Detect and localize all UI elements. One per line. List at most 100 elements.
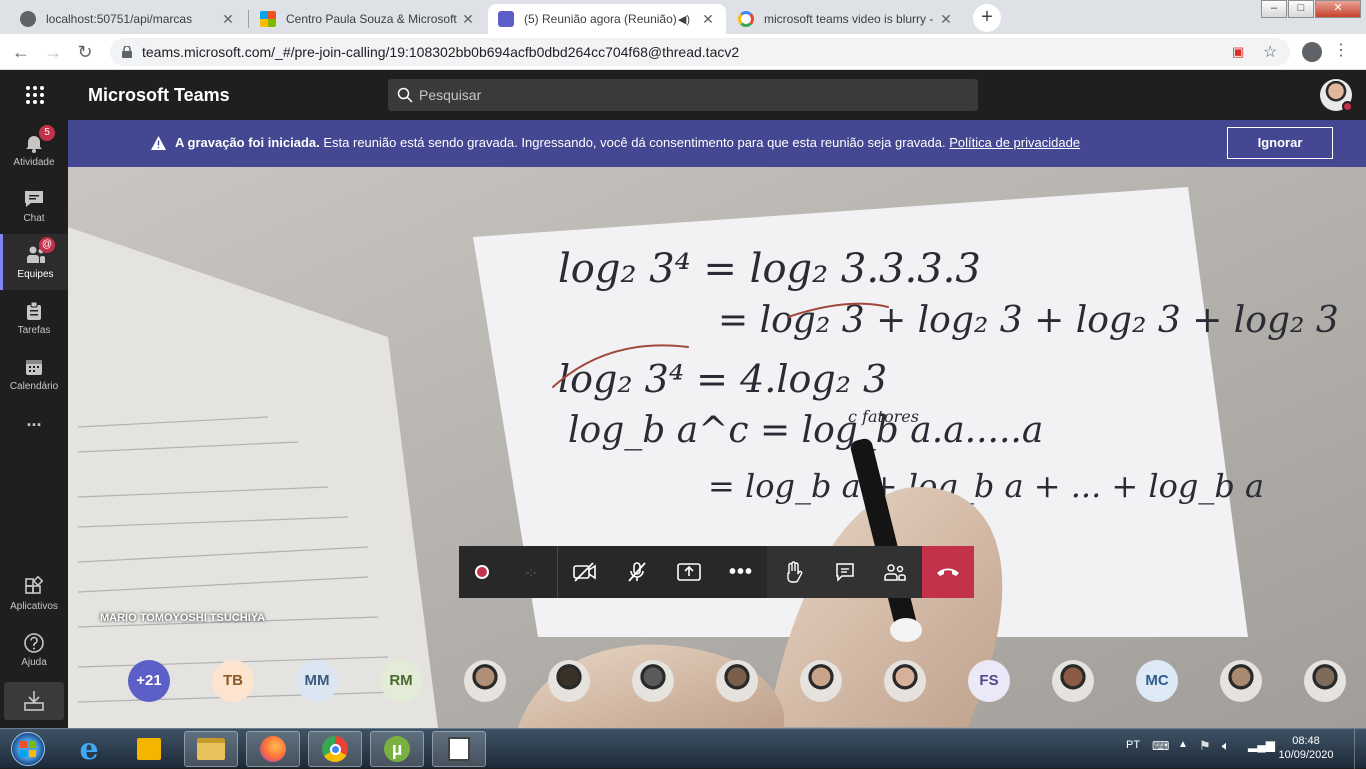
privacy-policy-link[interactable]: Política de privacidade xyxy=(949,135,1080,150)
participant-photo-avatar[interactable] xyxy=(1052,660,1094,702)
show-hidden-icons-icon[interactable]: ▲ xyxy=(1178,739,1188,750)
rail-item-label: Atividade xyxy=(13,157,55,168)
math-line-6: = log_b a + log_b a + ... + log_b a xyxy=(708,467,1264,505)
ignore-button[interactable]: Ignorar xyxy=(1227,127,1333,159)
more-apps-icon[interactable]: ... xyxy=(0,410,68,466)
camera-toggle-button[interactable] xyxy=(559,546,611,598)
participant-photo-avatar[interactable] xyxy=(1304,660,1346,702)
participant-avatar[interactable]: MM xyxy=(296,660,338,702)
microsoft-logo-icon xyxy=(260,11,276,27)
participant-photo-avatar[interactable] xyxy=(632,660,674,702)
profile-icon[interactable] xyxy=(1302,42,1322,62)
mention-badge: @ xyxy=(39,237,55,253)
participant-avatar[interactable]: MC xyxy=(1136,660,1178,702)
participant-photo-avatar[interactable] xyxy=(884,660,926,702)
math-line-4: log_b a^c = log_b a.a.....a xyxy=(568,410,1043,451)
globe-icon xyxy=(20,11,36,27)
participant-avatar[interactable]: FS xyxy=(968,660,1010,702)
participant-photo-avatar[interactable] xyxy=(716,660,758,702)
download-app-button[interactable] xyxy=(4,682,64,720)
minimize-button[interactable]: – xyxy=(1261,0,1287,18)
show-desktop-button[interactable] xyxy=(1354,729,1366,769)
forward-arrow-icon[interactable]: → xyxy=(42,41,64,63)
firefox-icon[interactable] xyxy=(246,731,300,767)
participant-avatar[interactable]: TB xyxy=(212,660,254,702)
close-tab-icon[interactable]: ✕ xyxy=(938,11,954,28)
participant-photo-avatar[interactable] xyxy=(464,660,506,702)
search-input[interactable]: Pesquisar xyxy=(388,79,978,111)
record-icon xyxy=(475,565,489,579)
app-window-icon[interactable] xyxy=(432,731,486,767)
download-icon xyxy=(24,691,44,711)
maximize-button[interactable]: □ xyxy=(1288,0,1314,18)
participant-photo-avatar[interactable] xyxy=(1220,660,1262,702)
participant-avatar[interactable]: RM xyxy=(380,660,422,702)
close-tab-icon[interactable]: ✕ xyxy=(220,11,236,28)
close-window-button[interactable]: ✕ xyxy=(1315,0,1361,18)
windows-logo-icon xyxy=(11,732,45,766)
participants-button[interactable] xyxy=(869,546,921,598)
chrome-menu-icon[interactable]: ⋮ xyxy=(1333,40,1349,60)
tasks-icon xyxy=(27,301,41,320)
lock-icon[interactable] xyxy=(122,46,132,58)
tab-google-search[interactable]: microsoft teams video is blurry - ✕ xyxy=(728,4,964,34)
tab-title: microsoft teams video is blurry - xyxy=(764,12,934,26)
share-screen-button[interactable] xyxy=(663,546,715,598)
omnibox[interactable]: teams.microsoft.com/_#/pre-join-calling/… xyxy=(110,38,1290,66)
participant-photo-avatar[interactable] xyxy=(800,660,842,702)
close-tab-icon[interactable]: ✕ xyxy=(460,11,476,28)
hang-up-button[interactable] xyxy=(922,546,974,598)
help-icon xyxy=(24,633,44,653)
rail-item-label: Equipes xyxy=(17,269,54,280)
tab-localhost[interactable]: localhost:50751/api/marcas ✕ xyxy=(10,4,246,34)
app-launcher-icon[interactable] xyxy=(24,84,46,106)
keyboard-icon[interactable]: ⌨ xyxy=(1152,739,1169,753)
recording-indicator[interactable] xyxy=(459,546,505,598)
action-center-icon[interactable]: ⚑ xyxy=(1199,738,1211,754)
tab-teams-meeting[interactable]: (5) Reunião agora (Reunião) ◀) ✕ xyxy=(488,4,726,34)
raise-hand-button[interactable] xyxy=(767,546,819,598)
calendar-icon xyxy=(26,360,42,375)
back-arrow-icon[interactable]: ← xyxy=(10,41,32,63)
clock[interactable]: 08:48 10/09/2020 xyxy=(1274,734,1338,762)
rail-item-teams[interactable]: Equipes @ xyxy=(0,234,68,290)
volume-icon[interactable]: 🔈︎ xyxy=(1222,738,1230,754)
rail-item-activity[interactable]: Atividade 5 xyxy=(0,122,68,178)
tab-centro-paula-souza[interactable]: Centro Paula Souza & Microsoft ✕ xyxy=(250,4,486,34)
google-logo-icon xyxy=(738,11,754,27)
rail-item-help[interactable]: Ajuda xyxy=(0,622,68,678)
bookmark-star-icon[interactable]: ☆ xyxy=(1263,42,1277,62)
utorrent-icon[interactable]: µ xyxy=(370,731,424,767)
meeting-chat-button[interactable] xyxy=(819,546,871,598)
participant-avatar[interactable]: +21 xyxy=(128,660,170,702)
participants-icon xyxy=(884,564,906,581)
start-button[interactable] xyxy=(2,731,54,767)
blocked-camera-icon[interactable]: ▣ xyxy=(1232,44,1244,60)
network-icon[interactable]: ▂▄▆ xyxy=(1248,738,1275,752)
speaker-icon[interactable]: ◀) xyxy=(678,13,690,26)
rail-item-calendar[interactable]: Calendário xyxy=(0,346,68,402)
file-explorer-icon[interactable] xyxy=(184,731,238,767)
rail-item-tasks[interactable]: Tarefas xyxy=(0,290,68,346)
rail-item-chat[interactable]: Chat xyxy=(0,178,68,234)
windows-taskbar: e µ PT ⌨ ▲ ⚑ 🔈︎ ▂▄▆ 08:48 10/09/2020 xyxy=(0,728,1366,769)
busy-status-badge xyxy=(1342,101,1353,112)
reload-icon[interactable]: ↻ xyxy=(74,41,96,63)
teams-logo-icon xyxy=(498,11,514,27)
mic-toggle-button[interactable] xyxy=(611,546,663,598)
rail-item-apps[interactable]: Aplicativos xyxy=(0,566,68,622)
url-text[interactable]: teams.microsoft.com/_#/pre-join-calling/… xyxy=(142,38,739,66)
language-indicator[interactable]: PT xyxy=(1126,739,1140,751)
chrome-icon[interactable] xyxy=(308,731,362,767)
new-tab-button[interactable]: + xyxy=(973,4,1001,32)
rail-item-label: Calendário xyxy=(9,381,59,392)
time-text: 08:48 xyxy=(1292,735,1320,747)
more-actions-button[interactable]: ••• xyxy=(715,546,767,598)
media-player-icon[interactable] xyxy=(122,731,176,767)
app-title: Microsoft Teams xyxy=(88,85,230,105)
internet-explorer-icon[interactable]: e xyxy=(62,731,116,767)
participant-photo-avatar[interactable] xyxy=(548,660,590,702)
math-line-2: = log₂ 3 + log₂ 3 + log₂ 3 + log₂ 3 xyxy=(718,300,1339,341)
close-tab-icon[interactable]: ✕ xyxy=(700,11,716,28)
notification-count-badge: 5 xyxy=(39,125,55,141)
